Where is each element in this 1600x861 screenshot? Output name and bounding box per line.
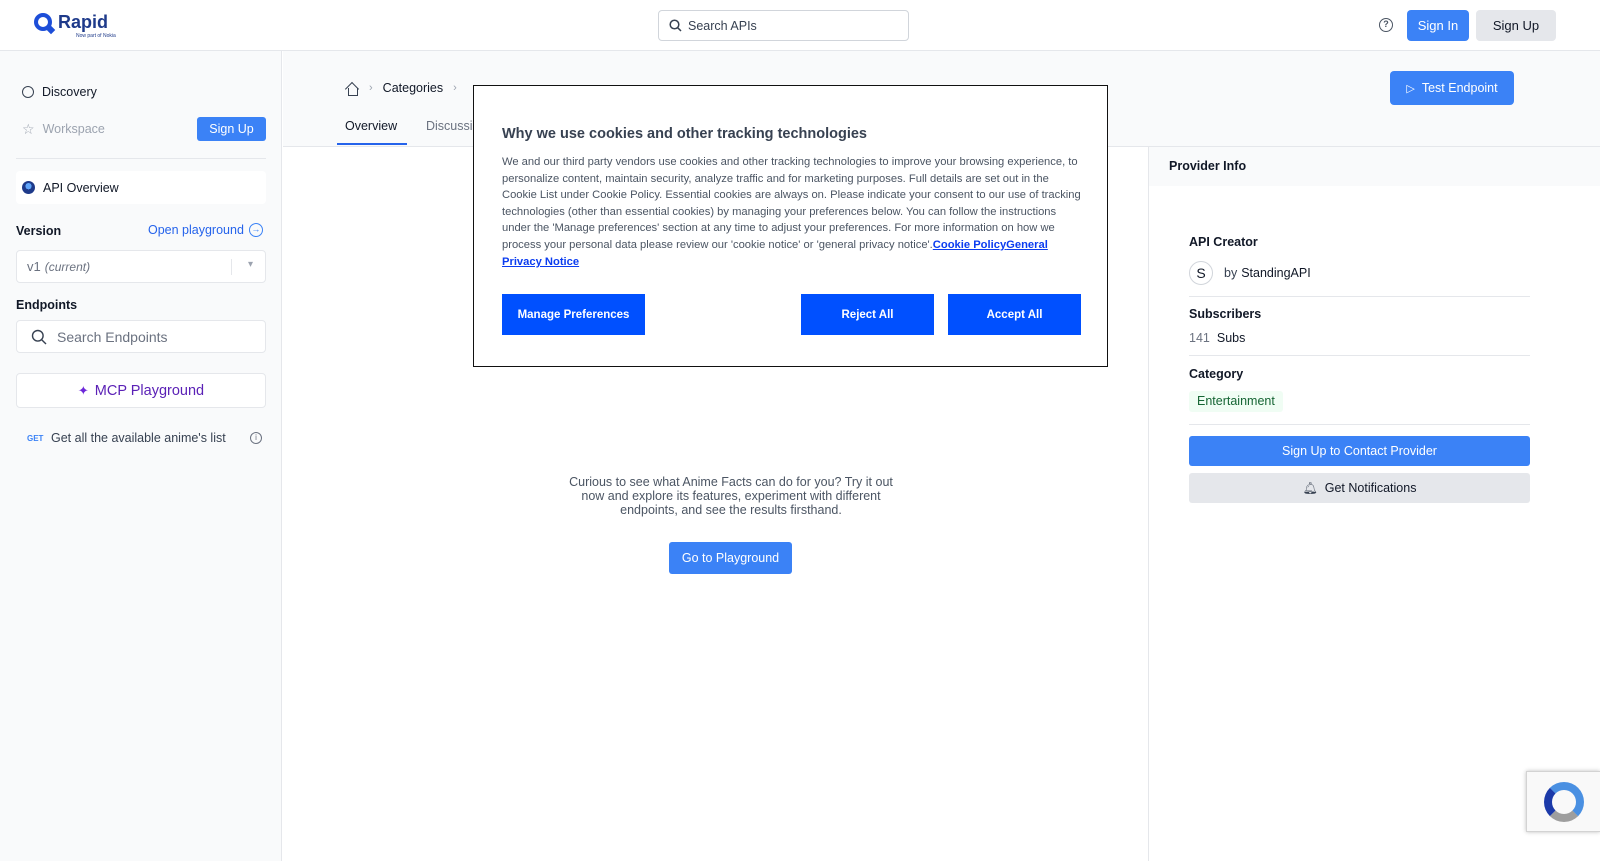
subscribers-number: 141 (1189, 331, 1210, 345)
api-overview-label: API Overview (43, 180, 119, 195)
chevron-right-icon: › (453, 82, 457, 94)
version-value: v1 (27, 259, 41, 274)
creator-name: StandingAPI (1241, 266, 1311, 280)
tab-overview[interactable]: Overview (345, 119, 397, 133)
subscribers-count: 141 Subs (1189, 331, 1245, 345)
info-icon[interactable]: i (250, 432, 262, 444)
contact-provider-button[interactable]: Sign Up to Contact Provider (1189, 436, 1530, 466)
rapid-logo[interactable]: Rapid Now part of Nokia (34, 13, 116, 39)
api-avatar-icon (22, 181, 35, 194)
chevron-right-icon: › (369, 82, 373, 94)
endpoint-method: GET (27, 433, 44, 443)
endpoint-name: Get all the available anime's list (51, 431, 226, 445)
search-apis-placeholder: Search APIs (688, 18, 757, 33)
sidebar-item-label: Discovery (42, 85, 97, 99)
compass-icon (22, 86, 34, 98)
recaptcha-icon (1543, 781, 1584, 822)
sidebar-sign-up-button[interactable]: Sign Up (197, 117, 266, 141)
subscribers-label: Subscribers (1189, 307, 1262, 321)
search-endpoints-input[interactable]: Search Endpoints (16, 320, 266, 353)
mcp-playground-button[interactable]: ✦ MCP Playground (16, 373, 266, 408)
version-select[interactable]: v1 (current) ▾ (16, 250, 266, 283)
get-notifications-button[interactable]: 🔔︎ Get Notifications (1189, 473, 1530, 503)
top-bar: Rapid Now part of Nokia Search APIs ? Si… (0, 0, 1600, 51)
api-creator-label: API Creator (1189, 235, 1258, 249)
subscribers-unit: Subs (1216, 331, 1246, 345)
cookie-body: We and our third party vendors use cooki… (502, 156, 1081, 251)
cookie-text: We and our third party vendors use cooki… (502, 154, 1082, 270)
cookie-consent-dialog: Why we use cookies and other tracking te… (473, 85, 1108, 367)
open-playground-label: Open playground (148, 223, 244, 237)
search-apis-input[interactable]: Search APIs (658, 10, 909, 41)
manage-preferences-button[interactable]: Manage Preferences (502, 294, 645, 335)
rapid-logo-icon (34, 13, 52, 31)
playground-blurb: Curious to see what Anime Facts can do f… (569, 475, 893, 517)
home-icon[interactable] (345, 82, 359, 96)
test-endpoint-label: Test Endpoint (1421, 81, 1498, 95)
active-tab-indicator (337, 143, 407, 145)
avatar: S (1189, 261, 1213, 285)
search-endpoints-placeholder: Search Endpoints (57, 328, 168, 345)
version-label: Version (16, 224, 62, 238)
go-to-playground-button[interactable]: Go to Playground (669, 542, 792, 574)
tab-discussions[interactable]: Discussi (426, 119, 473, 133)
cookie-title: Why we use cookies and other tracking te… (502, 126, 867, 142)
version-note: (current) (44, 259, 91, 274)
sidebar: Discovery ☆ Workspace Sign Up API Overvi… (0, 51, 282, 861)
category-badge[interactable]: Entertainment (1189, 391, 1283, 412)
breadcrumb-categories[interactable]: Categories (383, 81, 443, 95)
help-icon[interactable]: ? (1379, 18, 1393, 32)
search-icon (669, 19, 682, 32)
divider (16, 158, 266, 159)
reject-all-button[interactable]: Reject All (801, 294, 934, 335)
cookie-policy-link[interactable]: Cookie Policy (933, 239, 1006, 251)
sign-in-button[interactable]: Sign In (1407, 10, 1469, 41)
recaptcha-badge[interactable] (1526, 771, 1600, 832)
logo-subtitle: Now part of Nokia (76, 33, 116, 39)
get-notifications-label: Get Notifications (1324, 481, 1417, 495)
creator-by: by (1224, 266, 1238, 280)
api-creator[interactable]: S by StandingAPI (1189, 261, 1311, 285)
accept-all-button[interactable]: Accept All (948, 294, 1081, 335)
sidebar-item-label: Workspace (42, 122, 105, 136)
sidebar-item-workspace[interactable]: ☆ Workspace (22, 122, 105, 136)
open-playground-link[interactable]: Open playground → (148, 223, 263, 237)
sign-up-button[interactable]: Sign Up (1476, 10, 1556, 41)
test-endpoint-button[interactable]: ▷ Test Endpoint (1390, 71, 1514, 105)
breadcrumb: › Categories › (345, 81, 467, 96)
category-label: Category (1189, 367, 1244, 381)
arrow-right-circle-icon: → (248, 223, 263, 237)
sidebar-item-discovery[interactable]: Discovery (22, 85, 97, 99)
logo-word: Rapid (58, 12, 109, 32)
star-icon: ☆ (22, 121, 35, 137)
api-overview-item[interactable]: API Overview (16, 171, 266, 204)
play-icon: ▷ (1406, 82, 1415, 95)
mcp-playground-label: MCP Playground (94, 382, 205, 399)
sparkle-icon: ✦ (77, 382, 89, 398)
endpoint-item[interactable]: GET Get all the available anime's list i (27, 431, 262, 445)
bell-icon: 🔔︎ (1302, 481, 1318, 495)
chevron-down-icon: ▾ (247, 259, 253, 270)
provider-panel: Provider Info API Creator S by StandingA… (1148, 147, 1600, 861)
endpoints-label: Endpoints (16, 298, 78, 312)
search-icon (31, 329, 47, 344)
provider-info-heading: Provider Info (1149, 147, 1600, 186)
